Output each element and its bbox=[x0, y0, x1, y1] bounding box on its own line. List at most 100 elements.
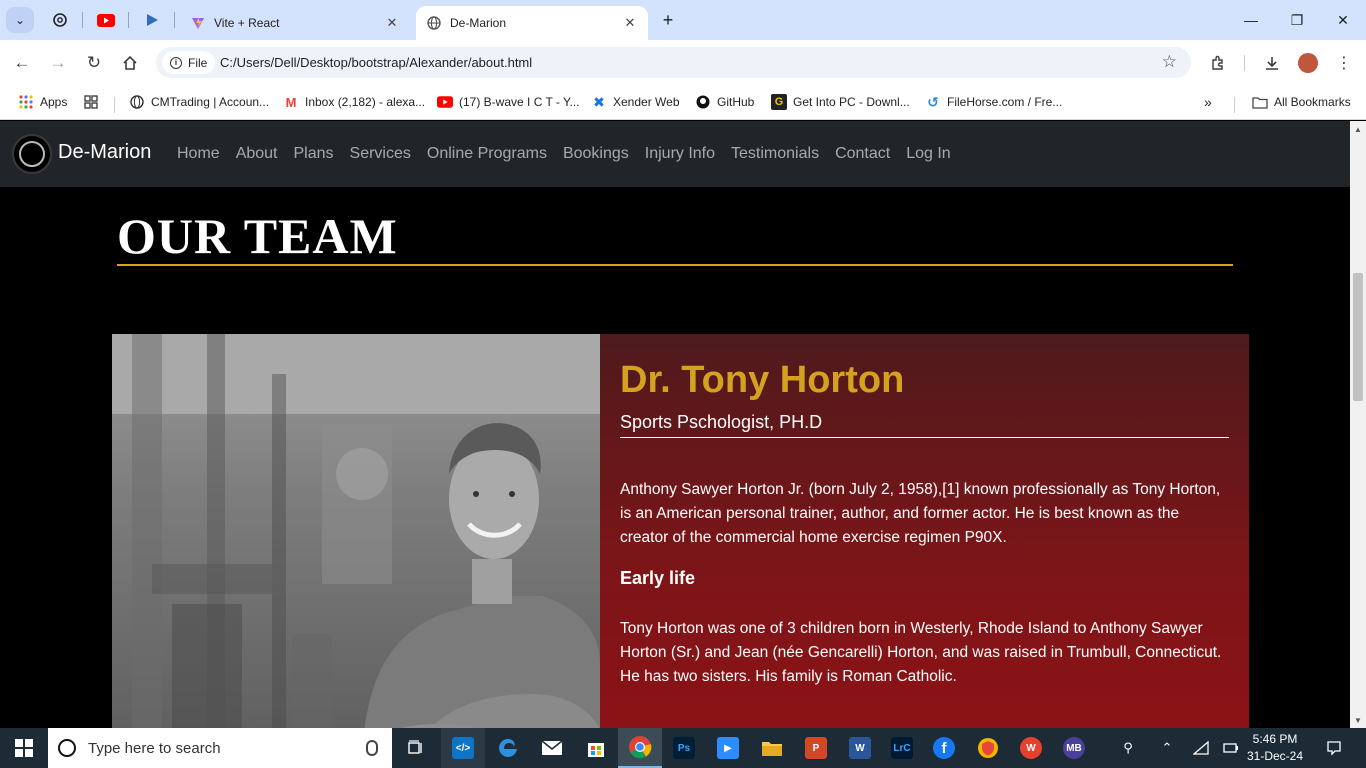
taskbar-vscode[interactable]: </> bbox=[441, 728, 485, 768]
close-icon[interactable]: ✕ bbox=[622, 15, 638, 31]
new-tab-button[interactable]: + bbox=[658, 10, 678, 30]
tab-de-marion[interactable]: De-Marion ✕ bbox=[416, 6, 648, 40]
taskbar-facebook[interactable]: f bbox=[922, 728, 966, 768]
url-text[interactable]: C:/Users/Dell/Desktop/bootstrap/Alexande… bbox=[220, 55, 532, 70]
bookmark-getintopc[interactable]: G Get Into PC - Downl... bbox=[771, 92, 910, 112]
clock-date: 31-Dec-24 bbox=[1246, 749, 1304, 763]
brand-name[interactable]: De-Marion bbox=[58, 141, 151, 164]
bookmark-star-icon[interactable]: ☆ bbox=[1162, 52, 1177, 72]
reload-button[interactable]: ↻ bbox=[81, 50, 107, 76]
taskbar-edge[interactable] bbox=[486, 728, 530, 768]
pinned-tab-app[interactable] bbox=[140, 8, 164, 32]
scroll-up-icon[interactable]: ▲ bbox=[1353, 125, 1363, 134]
back-button[interactable]: ← bbox=[9, 50, 35, 76]
start-button[interactable] bbox=[0, 728, 48, 768]
taskbar-wps[interactable]: W bbox=[1009, 728, 1053, 768]
globe-icon bbox=[129, 94, 145, 110]
bookmark-apps[interactable]: Apps bbox=[18, 92, 67, 112]
page-scrollbar[interactable]: ▲ ▼ bbox=[1350, 121, 1366, 728]
minimize-button[interactable]: — bbox=[1228, 0, 1274, 40]
restore-button[interactable]: ❐ bbox=[1274, 0, 1320, 40]
bookmark-cmtrading[interactable]: CMTrading | Accoun... bbox=[129, 92, 269, 112]
taskbar-word[interactable]: W bbox=[838, 728, 882, 768]
nav-log-in[interactable]: Log In bbox=[906, 145, 950, 163]
microphone-icon[interactable] bbox=[366, 740, 378, 756]
pinned-tab-youtube[interactable] bbox=[94, 8, 118, 32]
network-icon[interactable] bbox=[1190, 728, 1212, 768]
page-viewport: De-Marion Home About Plans Services Onli… bbox=[0, 121, 1350, 728]
youtube-icon bbox=[437, 94, 453, 110]
bookmark-label: Xender Web bbox=[613, 95, 680, 109]
bookmark-youtube[interactable]: (17) B-wave I C T - Y... bbox=[437, 92, 580, 112]
more-vertical-icon: ⋮ bbox=[1336, 55, 1352, 72]
bookmark-label: GitHub bbox=[717, 95, 755, 109]
word-icon: W bbox=[849, 737, 871, 759]
avatar bbox=[1298, 53, 1318, 73]
tab-title: Vite + React bbox=[214, 16, 280, 30]
browser-menu-button[interactable]: ⋮ bbox=[1331, 50, 1357, 76]
nav-online-programs[interactable]: Online Programs bbox=[427, 145, 547, 163]
bookmark-filehorse[interactable]: ↺ FileHorse.com / Fre... bbox=[925, 92, 1062, 112]
battery-icon[interactable] bbox=[1220, 728, 1242, 768]
windows-icon bbox=[15, 739, 33, 757]
bookmark-tab-groups[interactable] bbox=[83, 92, 105, 112]
home-button[interactable] bbox=[117, 50, 143, 76]
task-view-button[interactable] bbox=[394, 728, 438, 768]
nav-home[interactable]: Home bbox=[177, 145, 220, 163]
taskbar-mail[interactable] bbox=[530, 728, 574, 768]
tab-vite-react[interactable]: Vite + React ✕ bbox=[180, 6, 410, 40]
tab-search-button[interactable]: ⌄ bbox=[6, 7, 34, 33]
search-placeholder: Type here to search bbox=[88, 739, 221, 757]
extensions-button[interactable] bbox=[1205, 50, 1231, 76]
nav-bookings[interactable]: Bookings bbox=[563, 145, 629, 163]
powerpoint-icon: P bbox=[805, 737, 827, 759]
address-bar[interactable]: i File C:/Users/Dell/Desktop/bootstrap/A… bbox=[156, 47, 1191, 78]
system-clock[interactable]: 5:46 PM 31-Dec-24 bbox=[1244, 731, 1306, 765]
scroll-down-icon[interactable]: ▼ bbox=[1353, 716, 1363, 725]
forward-button[interactable]: → bbox=[45, 50, 71, 76]
taskbar-lightroom[interactable]: LrC bbox=[880, 728, 924, 768]
lightroom-icon: LrC bbox=[891, 737, 913, 759]
brand-logo[interactable] bbox=[12, 134, 52, 174]
taskbar-file-explorer[interactable] bbox=[750, 728, 794, 768]
taskbar-mb[interactable]: MB bbox=[1052, 728, 1096, 768]
nav-services[interactable]: Services bbox=[350, 145, 411, 163]
trainer-photo bbox=[112, 334, 600, 728]
openai-icon bbox=[53, 13, 67, 27]
profile-button[interactable] bbox=[1295, 50, 1321, 76]
bookmark-xender[interactable]: ✖ Xender Web bbox=[591, 92, 680, 112]
people-icon[interactable]: ⚲ bbox=[1114, 728, 1142, 768]
downloads-button[interactable] bbox=[1259, 50, 1285, 76]
window-close-button[interactable]: ✕ bbox=[1320, 0, 1366, 40]
taskbar-search[interactable]: Type here to search bbox=[48, 728, 392, 768]
bookmark-gmail[interactable]: M Inbox (2,182) - alexa... bbox=[283, 92, 426, 112]
nav-injury-info[interactable]: Injury Info bbox=[645, 145, 715, 163]
more-bookmarks-button[interactable]: » bbox=[1204, 92, 1212, 112]
nav-contact[interactable]: Contact bbox=[835, 145, 890, 163]
mail-icon bbox=[541, 740, 563, 755]
nav-testimonials[interactable]: Testimonials bbox=[731, 145, 819, 163]
all-bookmarks-button[interactable]: All Bookmarks bbox=[1252, 92, 1351, 112]
close-icon[interactable]: ✕ bbox=[384, 15, 400, 31]
taskbar-chrome[interactable] bbox=[618, 728, 662, 768]
site-info-chip[interactable]: i File bbox=[162, 51, 216, 74]
xender-icon: ✖ bbox=[593, 93, 605, 110]
globe-icon bbox=[426, 15, 442, 31]
taskbar-zoom[interactable]: ▶ bbox=[706, 728, 750, 768]
taskbar-store[interactable] bbox=[574, 728, 618, 768]
taskbar-vpn[interactable] bbox=[966, 728, 1010, 768]
download-icon bbox=[1266, 57, 1278, 70]
bookmark-github[interactable]: GitHub bbox=[695, 92, 754, 112]
taskbar-powerpoint[interactable]: P bbox=[794, 728, 838, 768]
pinned-tab-openai[interactable] bbox=[48, 8, 72, 32]
nav-about[interactable]: About bbox=[236, 145, 278, 163]
scrollbar-thumb[interactable] bbox=[1353, 273, 1363, 401]
tray-chevron-up-icon[interactable]: ⌃ bbox=[1156, 728, 1178, 768]
facebook-icon: f bbox=[933, 737, 955, 759]
edge-icon bbox=[499, 739, 517, 757]
member-role: Sports Pschologist, PH.D bbox=[620, 412, 1229, 438]
nav-plans[interactable]: Plans bbox=[294, 145, 334, 163]
taskbar-photoshop[interactable]: Ps bbox=[662, 728, 706, 768]
notification-icon[interactable] bbox=[1320, 728, 1348, 768]
bookmark-label: FileHorse.com / Fre... bbox=[947, 95, 1063, 109]
